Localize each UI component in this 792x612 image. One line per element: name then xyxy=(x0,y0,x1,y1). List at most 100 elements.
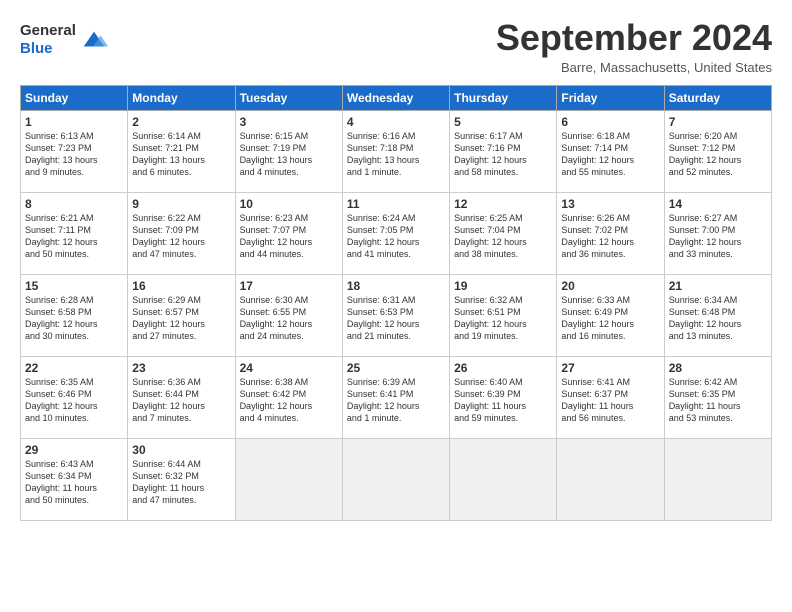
day-info: Sunrise: 6:38 AM Sunset: 6:42 PM Dayligh… xyxy=(240,376,338,425)
day-info: Sunrise: 6:21 AM Sunset: 7:11 PM Dayligh… xyxy=(25,212,123,261)
day-info: Sunrise: 6:14 AM Sunset: 7:21 PM Dayligh… xyxy=(132,130,230,179)
location: Barre, Massachusetts, United States xyxy=(496,60,772,75)
calendar-week-row: 8Sunrise: 6:21 AM Sunset: 7:11 PM Daylig… xyxy=(21,192,772,274)
day-number: 28 xyxy=(669,361,767,375)
day-number: 19 xyxy=(454,279,552,293)
day-info: Sunrise: 6:18 AM Sunset: 7:14 PM Dayligh… xyxy=(561,130,659,179)
day-number: 1 xyxy=(25,115,123,129)
day-info: Sunrise: 6:33 AM Sunset: 6:49 PM Dayligh… xyxy=(561,294,659,343)
calendar-week-row: 15Sunrise: 6:28 AM Sunset: 6:58 PM Dayli… xyxy=(21,274,772,356)
day-info: Sunrise: 6:29 AM Sunset: 6:57 PM Dayligh… xyxy=(132,294,230,343)
calendar-cell: 1Sunrise: 6:13 AM Sunset: 7:23 PM Daylig… xyxy=(21,110,128,192)
day-info: Sunrise: 6:27 AM Sunset: 7:00 PM Dayligh… xyxy=(669,212,767,261)
day-info: Sunrise: 6:36 AM Sunset: 6:44 PM Dayligh… xyxy=(132,376,230,425)
calendar-cell: 9Sunrise: 6:22 AM Sunset: 7:09 PM Daylig… xyxy=(128,192,235,274)
calendar-cell: 26Sunrise: 6:40 AM Sunset: 6:39 PM Dayli… xyxy=(450,356,557,438)
calendar-cell: 22Sunrise: 6:35 AM Sunset: 6:46 PM Dayli… xyxy=(21,356,128,438)
calendar-header-thursday: Thursday xyxy=(450,85,557,110)
day-info: Sunrise: 6:25 AM Sunset: 7:04 PM Dayligh… xyxy=(454,212,552,261)
day-number: 22 xyxy=(25,361,123,375)
day-number: 20 xyxy=(561,279,659,293)
title-area: September 2024 Barre, Massachusetts, Uni… xyxy=(496,18,772,75)
day-number: 14 xyxy=(669,197,767,211)
day-number: 27 xyxy=(561,361,659,375)
logo-text: General Blue xyxy=(20,22,76,58)
calendar-header-sunday: Sunday xyxy=(21,85,128,110)
calendar-cell: 12Sunrise: 6:25 AM Sunset: 7:04 PM Dayli… xyxy=(450,192,557,274)
day-info: Sunrise: 6:39 AM Sunset: 6:41 PM Dayligh… xyxy=(347,376,445,425)
day-info: Sunrise: 6:26 AM Sunset: 7:02 PM Dayligh… xyxy=(561,212,659,261)
day-info: Sunrise: 6:41 AM Sunset: 6:37 PM Dayligh… xyxy=(561,376,659,425)
calendar-cell xyxy=(664,438,771,520)
header: General Blue September 2024 Barre, Massa… xyxy=(20,18,772,75)
logo: General Blue xyxy=(20,22,108,58)
day-info: Sunrise: 6:23 AM Sunset: 7:07 PM Dayligh… xyxy=(240,212,338,261)
calendar-header-monday: Monday xyxy=(128,85,235,110)
calendar-cell: 17Sunrise: 6:30 AM Sunset: 6:55 PM Dayli… xyxy=(235,274,342,356)
calendar-cell: 28Sunrise: 6:42 AM Sunset: 6:35 PM Dayli… xyxy=(664,356,771,438)
calendar-week-row: 22Sunrise: 6:35 AM Sunset: 6:46 PM Dayli… xyxy=(21,356,772,438)
day-number: 5 xyxy=(454,115,552,129)
day-number: 7 xyxy=(669,115,767,129)
calendar-cell: 2Sunrise: 6:14 AM Sunset: 7:21 PM Daylig… xyxy=(128,110,235,192)
day-number: 13 xyxy=(561,197,659,211)
calendar-header-friday: Friday xyxy=(557,85,664,110)
day-number: 25 xyxy=(347,361,445,375)
calendar-cell: 3Sunrise: 6:15 AM Sunset: 7:19 PM Daylig… xyxy=(235,110,342,192)
calendar-cell: 5Sunrise: 6:17 AM Sunset: 7:16 PM Daylig… xyxy=(450,110,557,192)
calendar-cell xyxy=(342,438,449,520)
day-info: Sunrise: 6:24 AM Sunset: 7:05 PM Dayligh… xyxy=(347,212,445,261)
calendar-header-wednesday: Wednesday xyxy=(342,85,449,110)
day-info: Sunrise: 6:42 AM Sunset: 6:35 PM Dayligh… xyxy=(669,376,767,425)
day-number: 29 xyxy=(25,443,123,457)
day-number: 26 xyxy=(454,361,552,375)
calendar-cell: 19Sunrise: 6:32 AM Sunset: 6:51 PM Dayli… xyxy=(450,274,557,356)
calendar-cell xyxy=(450,438,557,520)
day-number: 17 xyxy=(240,279,338,293)
day-number: 21 xyxy=(669,279,767,293)
calendar-cell: 13Sunrise: 6:26 AM Sunset: 7:02 PM Dayli… xyxy=(557,192,664,274)
month-title: September 2024 xyxy=(496,18,772,58)
calendar-cell: 30Sunrise: 6:44 AM Sunset: 6:32 PM Dayli… xyxy=(128,438,235,520)
day-number: 4 xyxy=(347,115,445,129)
calendar-cell: 29Sunrise: 6:43 AM Sunset: 6:34 PM Dayli… xyxy=(21,438,128,520)
calendar-cell: 11Sunrise: 6:24 AM Sunset: 7:05 PM Dayli… xyxy=(342,192,449,274)
calendar-cell: 20Sunrise: 6:33 AM Sunset: 6:49 PM Dayli… xyxy=(557,274,664,356)
calendar-cell: 10Sunrise: 6:23 AM Sunset: 7:07 PM Dayli… xyxy=(235,192,342,274)
day-info: Sunrise: 6:34 AM Sunset: 6:48 PM Dayligh… xyxy=(669,294,767,343)
calendar-week-row: 1Sunrise: 6:13 AM Sunset: 7:23 PM Daylig… xyxy=(21,110,772,192)
day-number: 15 xyxy=(25,279,123,293)
day-number: 11 xyxy=(347,197,445,211)
day-number: 2 xyxy=(132,115,230,129)
calendar-cell: 21Sunrise: 6:34 AM Sunset: 6:48 PM Dayli… xyxy=(664,274,771,356)
day-number: 6 xyxy=(561,115,659,129)
calendar-cell: 27Sunrise: 6:41 AM Sunset: 6:37 PM Dayli… xyxy=(557,356,664,438)
day-number: 8 xyxy=(25,197,123,211)
calendar-cell xyxy=(557,438,664,520)
day-info: Sunrise: 6:31 AM Sunset: 6:53 PM Dayligh… xyxy=(347,294,445,343)
calendar-cell: 14Sunrise: 6:27 AM Sunset: 7:00 PM Dayli… xyxy=(664,192,771,274)
day-info: Sunrise: 6:13 AM Sunset: 7:23 PM Dayligh… xyxy=(25,130,123,179)
calendar-cell: 18Sunrise: 6:31 AM Sunset: 6:53 PM Dayli… xyxy=(342,274,449,356)
day-info: Sunrise: 6:40 AM Sunset: 6:39 PM Dayligh… xyxy=(454,376,552,425)
logo-icon xyxy=(80,26,108,54)
calendar-cell: 15Sunrise: 6:28 AM Sunset: 6:58 PM Dayli… xyxy=(21,274,128,356)
day-info: Sunrise: 6:44 AM Sunset: 6:32 PM Dayligh… xyxy=(132,458,230,507)
calendar-week-row: 29Sunrise: 6:43 AM Sunset: 6:34 PM Dayli… xyxy=(21,438,772,520)
calendar-header-saturday: Saturday xyxy=(664,85,771,110)
calendar-cell: 25Sunrise: 6:39 AM Sunset: 6:41 PM Dayli… xyxy=(342,356,449,438)
calendar-cell: 8Sunrise: 6:21 AM Sunset: 7:11 PM Daylig… xyxy=(21,192,128,274)
calendar-cell: 6Sunrise: 6:18 AM Sunset: 7:14 PM Daylig… xyxy=(557,110,664,192)
day-info: Sunrise: 6:30 AM Sunset: 6:55 PM Dayligh… xyxy=(240,294,338,343)
day-info: Sunrise: 6:28 AM Sunset: 6:58 PM Dayligh… xyxy=(25,294,123,343)
calendar-cell: 4Sunrise: 6:16 AM Sunset: 7:18 PM Daylig… xyxy=(342,110,449,192)
day-number: 30 xyxy=(132,443,230,457)
day-number: 18 xyxy=(347,279,445,293)
calendar-cell: 16Sunrise: 6:29 AM Sunset: 6:57 PM Dayli… xyxy=(128,274,235,356)
day-number: 12 xyxy=(454,197,552,211)
day-info: Sunrise: 6:17 AM Sunset: 7:16 PM Dayligh… xyxy=(454,130,552,179)
day-info: Sunrise: 6:16 AM Sunset: 7:18 PM Dayligh… xyxy=(347,130,445,179)
day-number: 24 xyxy=(240,361,338,375)
day-info: Sunrise: 6:20 AM Sunset: 7:12 PM Dayligh… xyxy=(669,130,767,179)
day-number: 10 xyxy=(240,197,338,211)
